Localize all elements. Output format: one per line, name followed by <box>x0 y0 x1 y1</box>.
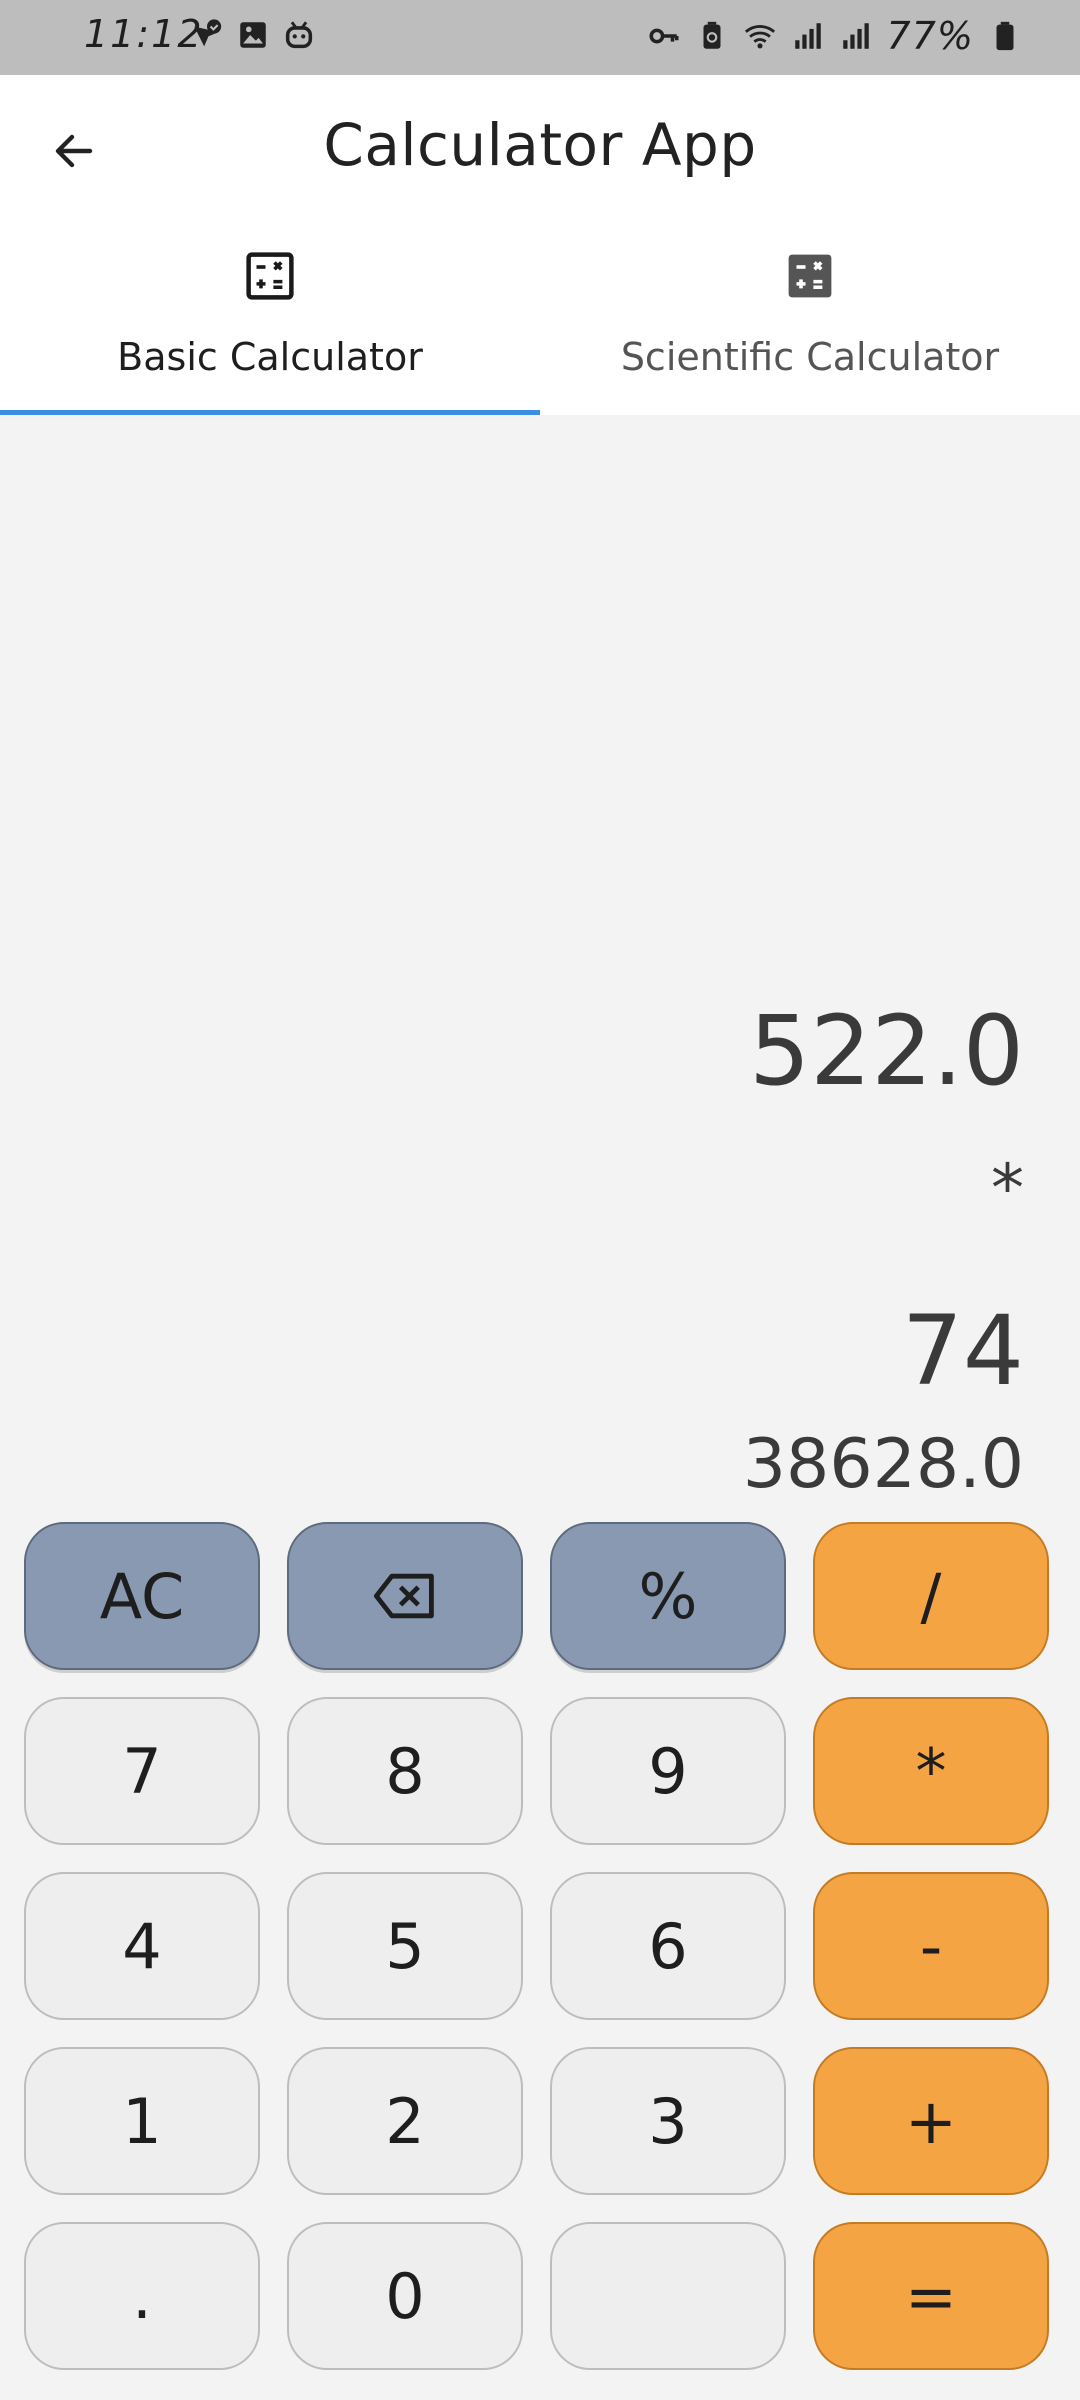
digit-2-button[interactable]: 2 <box>287 2047 523 2195</box>
page-title: Calculator App <box>323 111 757 179</box>
backspace-button[interactable] <box>287 1522 523 1670</box>
battery-icon <box>996 21 1014 51</box>
keypad: AC % / 7 8 9 * 4 5 6 - 1 2 3 + . 0 = <box>24 1522 1056 2397</box>
tab-bar: Basic Calculator Scientific Calculator <box>0 225 1080 415</box>
digit-6-button[interactable]: 6 <box>550 1872 786 2020</box>
decimal-point-button[interactable]: . <box>24 2222 260 2370</box>
tab-scientific-calculator-label: Scientific Calculator <box>620 335 1000 379</box>
display-first-operand: 522.0 <box>749 995 1024 1107</box>
digit-1-button[interactable]: 1 <box>24 2047 260 2195</box>
digit-5-button[interactable]: 5 <box>287 1872 523 2020</box>
android-robot-icon <box>285 21 313 49</box>
all-clear-button[interactable]: AC <box>24 1522 260 1670</box>
status-left-icons <box>190 18 316 52</box>
digit-4-button[interactable]: 4 <box>24 1872 260 2020</box>
signal-icon <box>794 23 821 49</box>
wifi-icon <box>744 25 775 49</box>
digit-7-button[interactable]: 7 <box>24 1697 260 1845</box>
gallery-icon <box>240 22 266 48</box>
calculator-display: 522.0 * 74 38628.0 <box>0 415 1080 1515</box>
subtract-button[interactable]: - <box>813 1872 1049 2020</box>
app-bar: Calculator App <box>0 75 1080 225</box>
keypad-row: AC % / <box>24 1522 1056 1670</box>
divide-button[interactable]: / <box>813 1522 1049 1670</box>
status-time: 11:12 <box>84 12 204 56</box>
tab-basic-calculator[interactable]: Basic Calculator <box>0 225 540 415</box>
digit-0-button[interactable]: 0 <box>287 2222 523 2370</box>
battery-saver-icon <box>703 21 721 49</box>
status-right-icons: 77% <box>647 14 1022 58</box>
display-result: 38628.0 <box>742 1425 1024 1504</box>
display-second-operand: 74 <box>901 1295 1024 1407</box>
digit-9-button[interactable]: 9 <box>550 1697 786 1845</box>
keypad-row: 1 2 3 + <box>24 2047 1056 2195</box>
battery-percentage: 77% <box>886 14 974 58</box>
digit-3-button[interactable]: 3 <box>550 2047 786 2195</box>
vpn-key-icon <box>649 28 679 44</box>
calculator-filled-icon <box>788 254 832 298</box>
add-button[interactable]: + <box>813 2047 1049 2195</box>
keypad-row: 4 5 6 - <box>24 1872 1056 2020</box>
calculator-outline-icon <box>246 252 294 300</box>
blank-button[interactable] <box>550 2222 786 2370</box>
digit-8-button[interactable]: 8 <box>287 1697 523 1845</box>
backspace-icon <box>373 1573 434 1619</box>
multiply-button[interactable]: * <box>813 1697 1049 1845</box>
keypad-row: . 0 = <box>24 2222 1056 2370</box>
signal-icon-2 <box>842 23 869 49</box>
tab-scientific-calculator[interactable]: Scientific Calculator <box>540 225 1080 415</box>
percent-button[interactable]: % <box>550 1522 786 1670</box>
tab-basic-calculator-label: Basic Calculator <box>117 335 423 379</box>
keypad-row: 7 8 9 * <box>24 1697 1056 1845</box>
display-operator: * <box>991 1150 1024 1227</box>
status-bar: 11:12 77% <box>0 0 1080 75</box>
equals-button[interactable]: = <box>813 2222 1049 2370</box>
notification-check-icon <box>194 19 222 47</box>
